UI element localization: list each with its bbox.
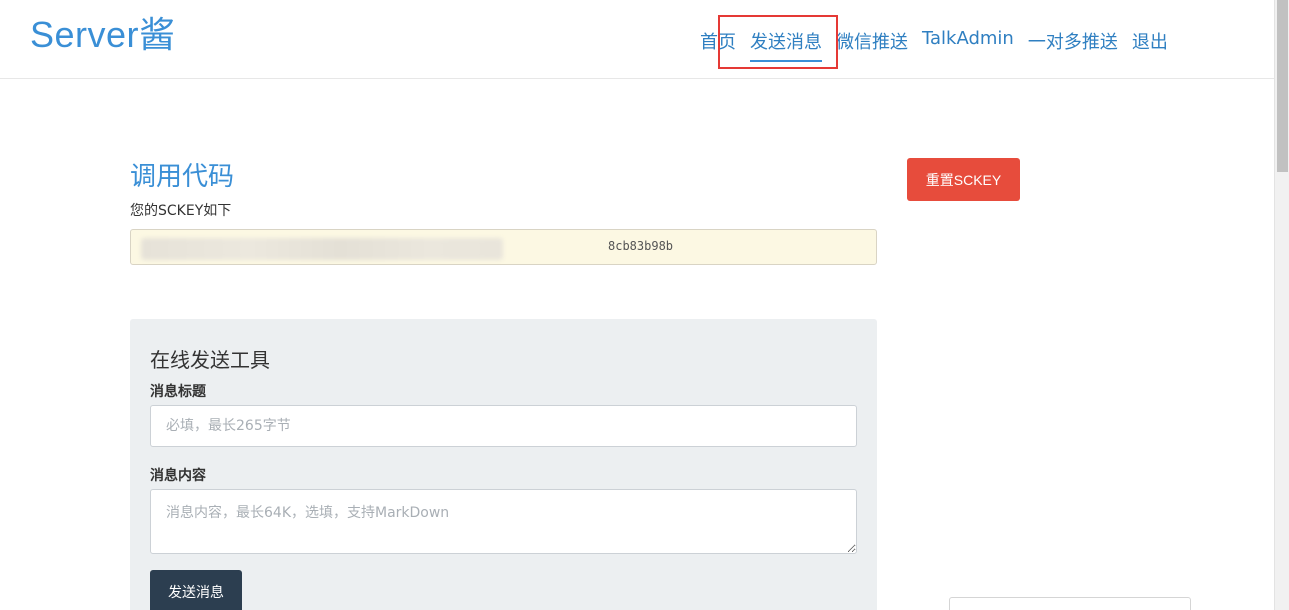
vertical-scrollbar[interactable] xyxy=(1274,0,1289,610)
message-content-textarea[interactable] xyxy=(150,489,857,554)
nav-item-logout[interactable]: 退出 xyxy=(1132,28,1168,62)
sckey-redaction-blur xyxy=(141,238,503,260)
scrollbar-thumb[interactable] xyxy=(1277,0,1288,172)
nav-item-multi-push[interactable]: 一对多推送 xyxy=(1028,28,1118,62)
nav-item-wechat-push[interactable]: 微信推送 xyxy=(836,28,908,62)
nav-item-send-message[interactable]: 发送消息 xyxy=(750,28,822,62)
brand-logo[interactable]: Server酱 xyxy=(30,6,176,58)
nav-item-talkadmin[interactable]: TalkAdmin xyxy=(922,28,1014,57)
top-navbar: Server酱 首页 发送消息 微信推送 TalkAdmin 一对多推送 退出 xyxy=(0,0,1274,79)
nav-item-home[interactable]: 首页 xyxy=(700,28,736,62)
sckey-value-tail: 8cb83b98b xyxy=(608,239,674,253)
message-title-input[interactable] xyxy=(150,405,857,447)
message-title-label: 消息标题 xyxy=(150,384,206,400)
message-content-label: 消息内容 xyxy=(150,468,206,484)
main-nav: 首页 发送消息 微信推送 TalkAdmin 一对多推送 退出 xyxy=(700,28,1182,62)
online-send-tool-panel: 在线发送工具 消息标题 消息内容 发送消息 xyxy=(130,319,877,610)
page: Server酱 首页 发送消息 微信推送 TalkAdmin 一对多推送 退出 … xyxy=(0,0,1289,610)
code-section-title: 调用代码 xyxy=(130,162,235,192)
send-message-button[interactable]: 发送消息 xyxy=(150,570,242,610)
reset-sckey-button[interactable]: 重置SCKEY xyxy=(907,158,1020,201)
sckey-label: 您的SCKEY如下 xyxy=(130,203,232,219)
tool-panel-title: 在线发送工具 xyxy=(150,348,270,372)
sckey-display[interactable]: 8cb83b98b xyxy=(130,229,877,265)
side-widget-box xyxy=(949,597,1191,610)
